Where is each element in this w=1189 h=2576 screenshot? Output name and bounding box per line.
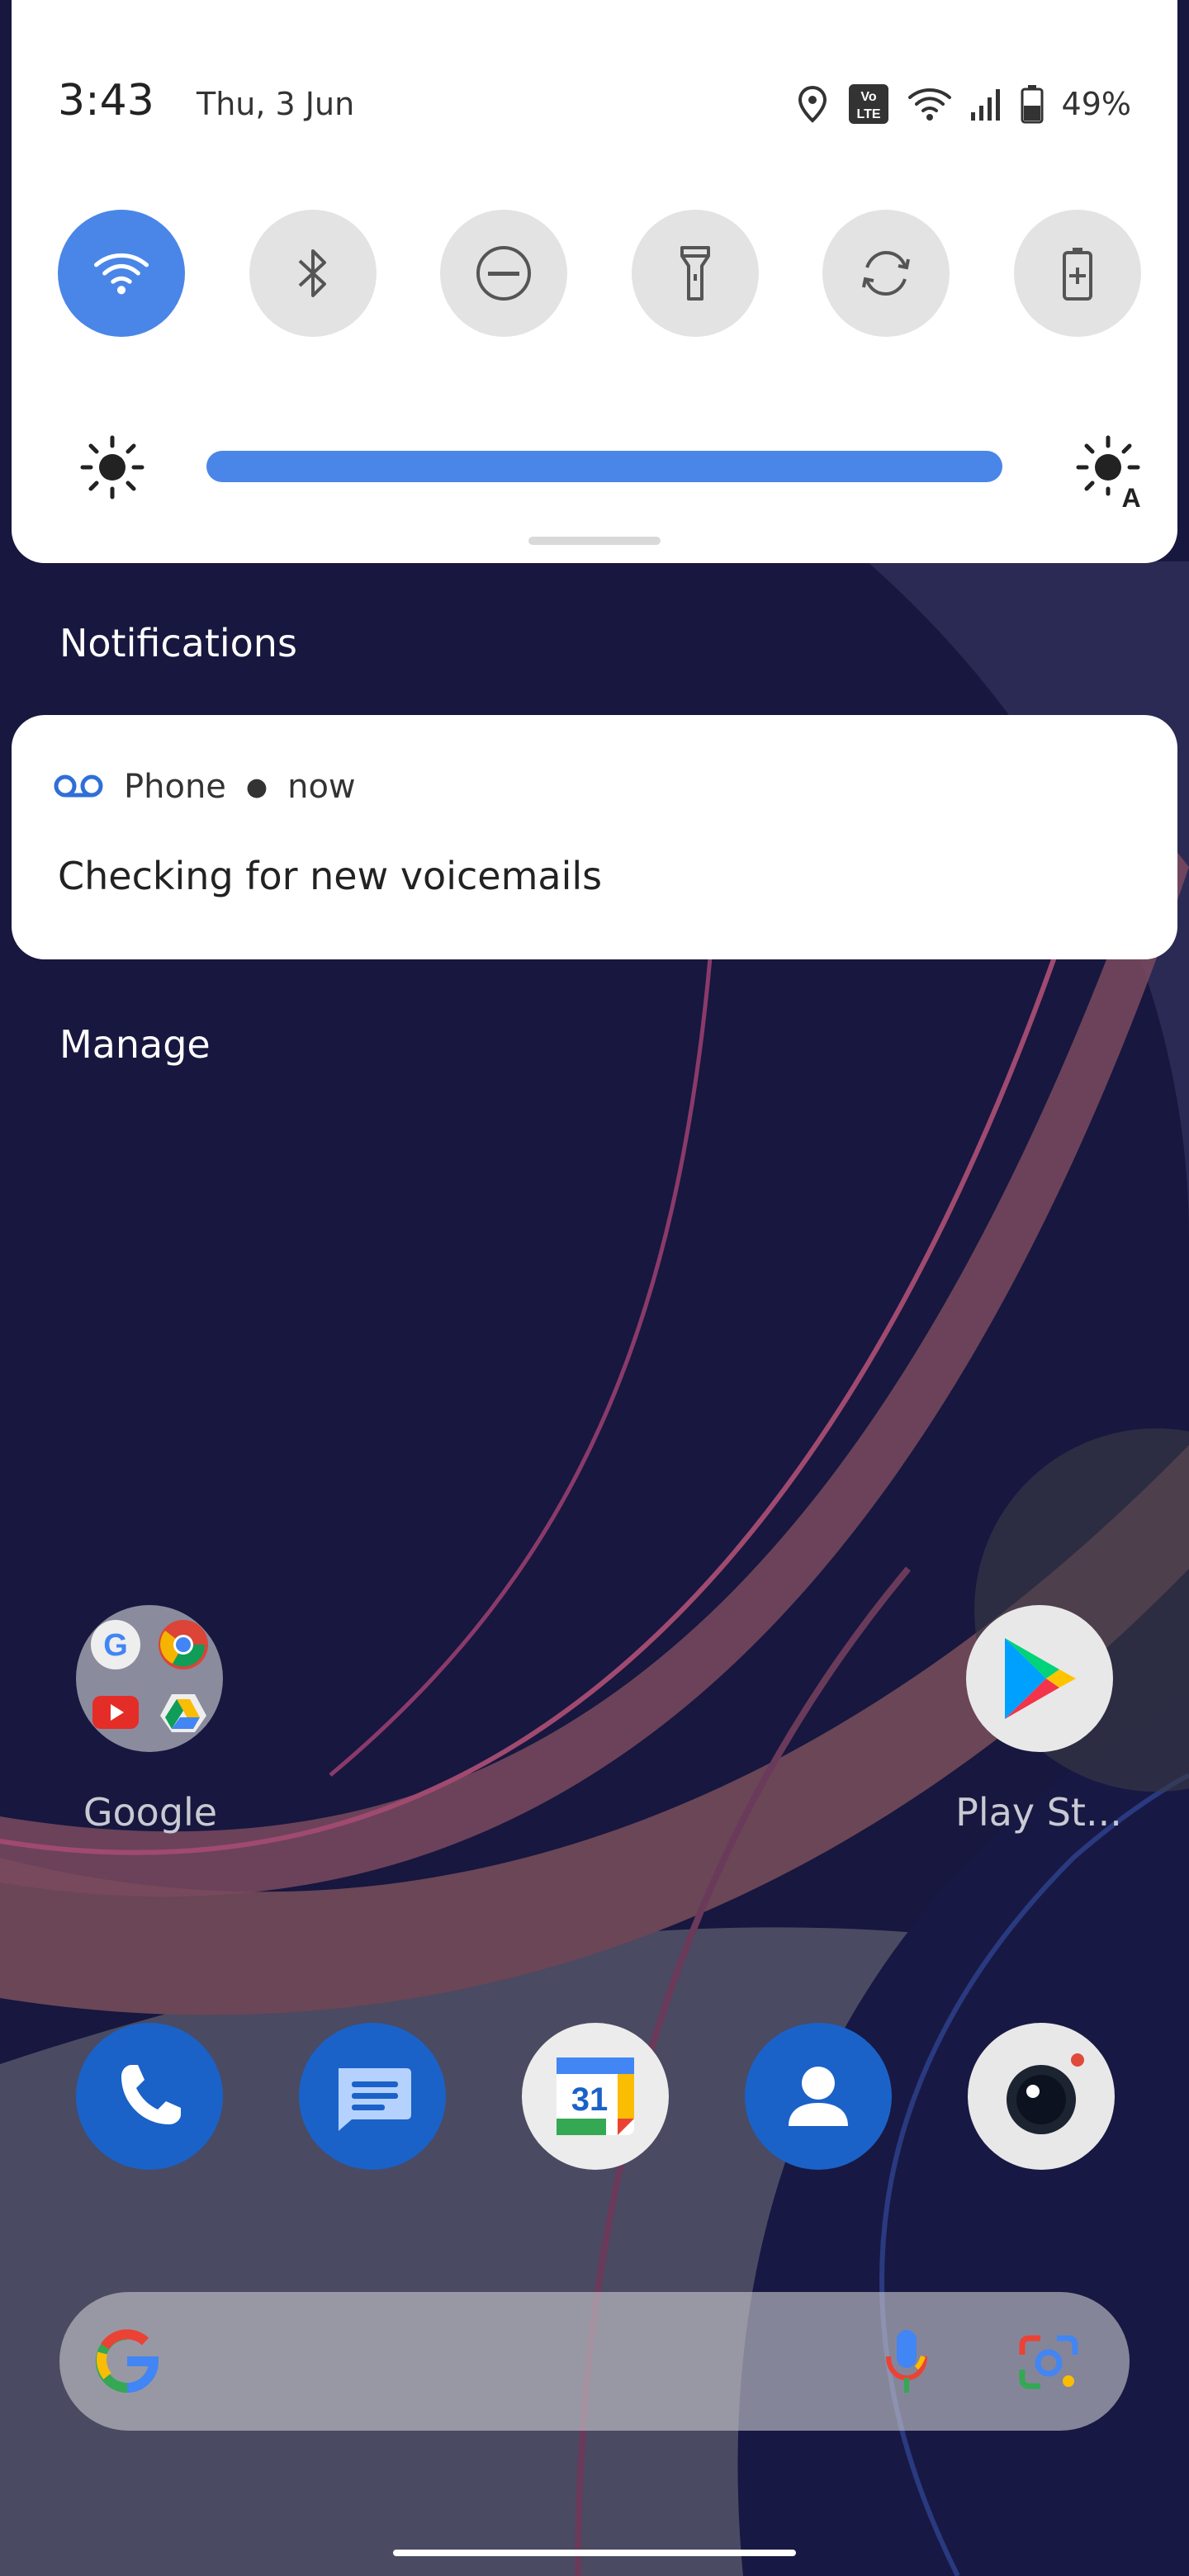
notifications-header: Notifications xyxy=(59,621,297,665)
contacts-icon xyxy=(789,2067,848,2126)
voice-search-icon[interactable] xyxy=(883,2327,930,2396)
google-folder-label[interactable]: Google xyxy=(43,1790,258,1835)
messages-app[interactable] xyxy=(299,2023,446,2170)
gesture-nav-bar[interactable] xyxy=(393,2550,796,2556)
notification-card[interactable]: Phone ● now Checking for new voicemails xyxy=(12,715,1177,959)
contacts-app[interactable] xyxy=(745,2023,892,2170)
notification-header: Phone ● now xyxy=(53,768,356,806)
play-store-icon xyxy=(1005,1638,1076,1719)
google-folder-icons: G xyxy=(91,1620,208,1732)
flashlight-icon xyxy=(680,246,710,301)
quick-tiles xyxy=(58,210,1141,337)
volte-icon: Vo LTE xyxy=(848,84,888,124)
tile-do-not-disturb[interactable] xyxy=(440,210,568,337)
calendar-app[interactable]: 31 xyxy=(522,2023,669,2170)
location-icon xyxy=(798,85,827,123)
calendar-day: 31 xyxy=(571,2081,609,2118)
tile-flashlight[interactable] xyxy=(631,210,759,337)
messages-icon xyxy=(339,2068,411,2131)
google-search-bar[interactable] xyxy=(59,2292,1130,2431)
auto-brightness-letter: A xyxy=(1121,483,1140,509)
voicemail-icon xyxy=(54,774,103,798)
auto-brightness-icon[interactable]: A xyxy=(1075,434,1149,509)
camera-icon xyxy=(1007,2053,1084,2134)
play-store-label[interactable]: Play St... xyxy=(931,1790,1146,1835)
phone-icon xyxy=(121,2065,181,2124)
svg-text:G: G xyxy=(103,1628,128,1663)
wifi-icon xyxy=(907,88,951,121)
camera-app[interactable] xyxy=(968,2023,1115,2170)
battery-icon xyxy=(1021,85,1044,124)
google-folder[interactable]: G xyxy=(76,1605,223,1752)
calendar-icon: 31 xyxy=(557,2057,634,2135)
panel-drag-handle[interactable] xyxy=(528,537,661,545)
tile-battery-saver[interactable] xyxy=(1013,210,1141,337)
svg-text:Vo: Vo xyxy=(860,90,876,104)
dnd-icon xyxy=(476,246,532,301)
brightness-row: A xyxy=(58,423,1141,514)
notification-text: Checking for new voicemails xyxy=(58,854,603,898)
tile-auto-rotate[interactable] xyxy=(822,210,950,337)
manage-button[interactable]: Manage xyxy=(59,1022,211,1067)
notification-time: now xyxy=(287,768,356,806)
battery-saver-icon xyxy=(1062,248,1092,301)
google-g-icon[interactable] xyxy=(94,2328,160,2394)
status-date[interactable]: Thu, 3 Jun xyxy=(197,86,354,122)
signal-icon xyxy=(970,89,1000,121)
notification-app: Phone xyxy=(124,768,226,806)
play-store-app[interactable] xyxy=(966,1605,1113,1752)
rotate-icon xyxy=(862,250,911,296)
status-icons: Vo LTE 49% xyxy=(796,79,1131,129)
brightness-slider[interactable] xyxy=(206,451,1002,482)
separator-dot: ● xyxy=(245,772,268,802)
phone-app[interactable] xyxy=(76,2023,223,2170)
tile-wifi[interactable] xyxy=(58,210,185,337)
svg-text:LTE: LTE xyxy=(856,107,880,121)
quick-settings-panel: 3:43 Thu, 3 Jun Vo LTE 49% A xyxy=(12,0,1177,563)
wifi-icon xyxy=(94,253,149,295)
lens-icon[interactable] xyxy=(1017,2333,1080,2391)
battery-percent: 49% xyxy=(1061,86,1131,122)
brightness-low-icon xyxy=(80,435,144,500)
status-time: 3:43 xyxy=(58,76,154,125)
bluetooth-icon xyxy=(298,249,326,297)
tile-bluetooth[interactable] xyxy=(249,210,377,337)
